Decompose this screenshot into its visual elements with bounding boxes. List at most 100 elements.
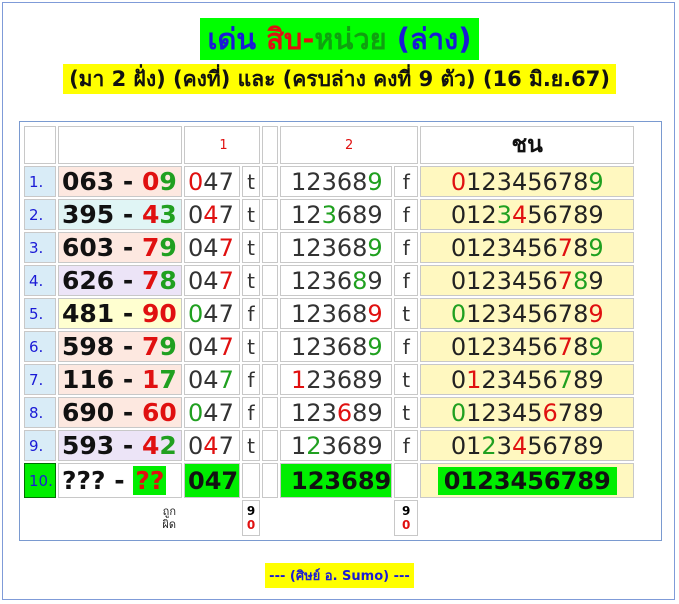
footer-label-right: ถูก bbox=[162, 505, 176, 518]
group2-digit: 9 bbox=[367, 200, 383, 229]
table-row: 8. 690 - 60 047 f 123689 t 0123456789 bbox=[24, 397, 635, 428]
chon-digit: 0 bbox=[450, 266, 467, 295]
group1-digit: 7 bbox=[218, 233, 234, 262]
chon-highlight: 0123456789 bbox=[437, 466, 617, 495]
chon-digit: 5 bbox=[527, 299, 543, 328]
row-pair: 481 - 90 bbox=[58, 298, 182, 329]
chon-digit: 4 bbox=[511, 365, 528, 394]
group2-digit: 2 bbox=[306, 167, 322, 196]
group1-digit: 0 bbox=[188, 398, 204, 427]
pair-second-digit: 1 bbox=[141, 365, 160, 394]
group2-digits: 123689 bbox=[280, 430, 393, 461]
pair-first: 395 bbox=[62, 200, 115, 229]
group2-digits: 123689 bbox=[280, 331, 393, 362]
chon-digit: 4 bbox=[511, 233, 528, 262]
row-pair: ??? - ?? bbox=[58, 463, 182, 498]
group2-digit: 3 bbox=[321, 299, 337, 328]
pair-separator: - bbox=[105, 466, 134, 495]
row-pair: 626 - 78 bbox=[58, 265, 182, 296]
row-spacer bbox=[262, 199, 278, 230]
chon-digit: 6 bbox=[542, 431, 558, 460]
footer-g1-blank bbox=[184, 500, 240, 536]
group2-digit: 6 bbox=[336, 233, 353, 262]
chon-digit: 9 bbox=[588, 365, 604, 394]
group1-result: t bbox=[242, 166, 260, 197]
chon-digit: 7 bbox=[557, 332, 574, 361]
group2-digit: 9 bbox=[374, 466, 392, 495]
chon-digit: 5 bbox=[527, 200, 543, 229]
chon-digits: 0123456789 bbox=[420, 199, 635, 230]
chon-digit: 9 bbox=[588, 233, 604, 262]
group2-digit: 2 bbox=[306, 233, 322, 262]
group1-result: t bbox=[242, 232, 260, 263]
group2-digits: 123689 bbox=[280, 265, 393, 296]
group2-digit: 8 bbox=[357, 466, 375, 495]
row-spacer bbox=[262, 463, 278, 498]
group1-result: f bbox=[242, 397, 260, 428]
pair-first: ??? bbox=[62, 466, 106, 495]
group1-result: f bbox=[242, 364, 260, 395]
pair-second-digit: 4 bbox=[141, 431, 160, 460]
chon-digit: 0 bbox=[450, 299, 467, 328]
group2-result: f bbox=[394, 265, 419, 296]
row-pair: 598 - 79 bbox=[58, 331, 182, 362]
row-spacer bbox=[262, 298, 278, 329]
table-row: 9. 593 - 42 047 t 123689 f 0123456789 bbox=[24, 430, 635, 461]
row-pair: 063 - 09 bbox=[58, 166, 182, 197]
chon-digit: 1 bbox=[466, 233, 482, 262]
group2-digit: 8 bbox=[352, 200, 368, 229]
group1-digits: 047 bbox=[184, 430, 240, 461]
group2-digit: 8 bbox=[352, 233, 368, 262]
chon-digits: 0123456789 bbox=[420, 265, 635, 296]
group1-digit: 7 bbox=[218, 332, 234, 361]
chon-digit: 3 bbox=[496, 398, 512, 427]
pair-second-digit: 7 bbox=[159, 365, 177, 394]
group1-digit: 0 bbox=[188, 167, 204, 196]
group1-digits: 047 bbox=[184, 364, 240, 395]
pair-second-digit: 8 bbox=[159, 266, 177, 295]
pair-second-digit: 0 bbox=[141, 167, 160, 196]
group2-digit: 6 bbox=[336, 431, 353, 460]
chon-digit: 8 bbox=[573, 266, 589, 295]
pair-second: ?? bbox=[133, 466, 167, 495]
group2-digit: 6 bbox=[336, 266, 353, 295]
group2-digit: 6 bbox=[336, 200, 353, 229]
chon-digit: 5 bbox=[527, 431, 543, 460]
row-spacer bbox=[262, 166, 278, 197]
group2-digit: 6 bbox=[336, 398, 353, 427]
group1-digits: 047 bbox=[184, 463, 240, 498]
chon-digit: 8 bbox=[573, 200, 589, 229]
group2-digit: 6 bbox=[336, 365, 353, 394]
group2-digit: 1 bbox=[291, 466, 308, 495]
chon-digit: 7 bbox=[557, 200, 574, 229]
chon-digit: 6 bbox=[542, 398, 558, 427]
footer-blank bbox=[24, 500, 56, 536]
signature: --- (ศิษย์ อ. Sumo) --- bbox=[265, 563, 414, 588]
pair-first: 603 bbox=[62, 233, 115, 262]
title-area: เด่น สิบ-หน่วย (ล่าง) bbox=[0, 18, 679, 60]
row-spacer bbox=[262, 364, 278, 395]
group2-digit: 1 bbox=[291, 398, 307, 427]
pair-separator: - bbox=[114, 398, 142, 427]
chon-digits: 0123456789 bbox=[420, 331, 635, 362]
group2-result: f bbox=[394, 166, 419, 197]
chon-digits: 0123456789 bbox=[420, 166, 635, 197]
chon-digit: 6 bbox=[542, 365, 558, 394]
group2-digit: 9 bbox=[367, 266, 383, 295]
group1-result: t bbox=[242, 265, 260, 296]
group2-result: t bbox=[394, 397, 419, 428]
chon-digit: 4 bbox=[511, 431, 528, 460]
footer-g2-right: 9 bbox=[402, 504, 411, 518]
pair-separator: - bbox=[114, 431, 142, 460]
chon-digit: 7 bbox=[557, 398, 574, 427]
group1-digits: 047 bbox=[184, 397, 240, 428]
row-pair: 395 - 43 bbox=[58, 199, 182, 230]
table-row: 2. 395 - 43 047 t 123689 f 0123456789 bbox=[24, 199, 635, 230]
chon-digit: 2 bbox=[481, 398, 497, 427]
header-group-2: 2 bbox=[280, 126, 419, 164]
chon-digit: 8 bbox=[573, 233, 589, 262]
row-index: 6. bbox=[24, 331, 56, 362]
page-title: เด่น สิบ-หน่วย (ล่าง) bbox=[199, 18, 480, 60]
chon-digits: 0123456789 bbox=[420, 232, 635, 263]
group2-digit: 3 bbox=[321, 365, 337, 394]
